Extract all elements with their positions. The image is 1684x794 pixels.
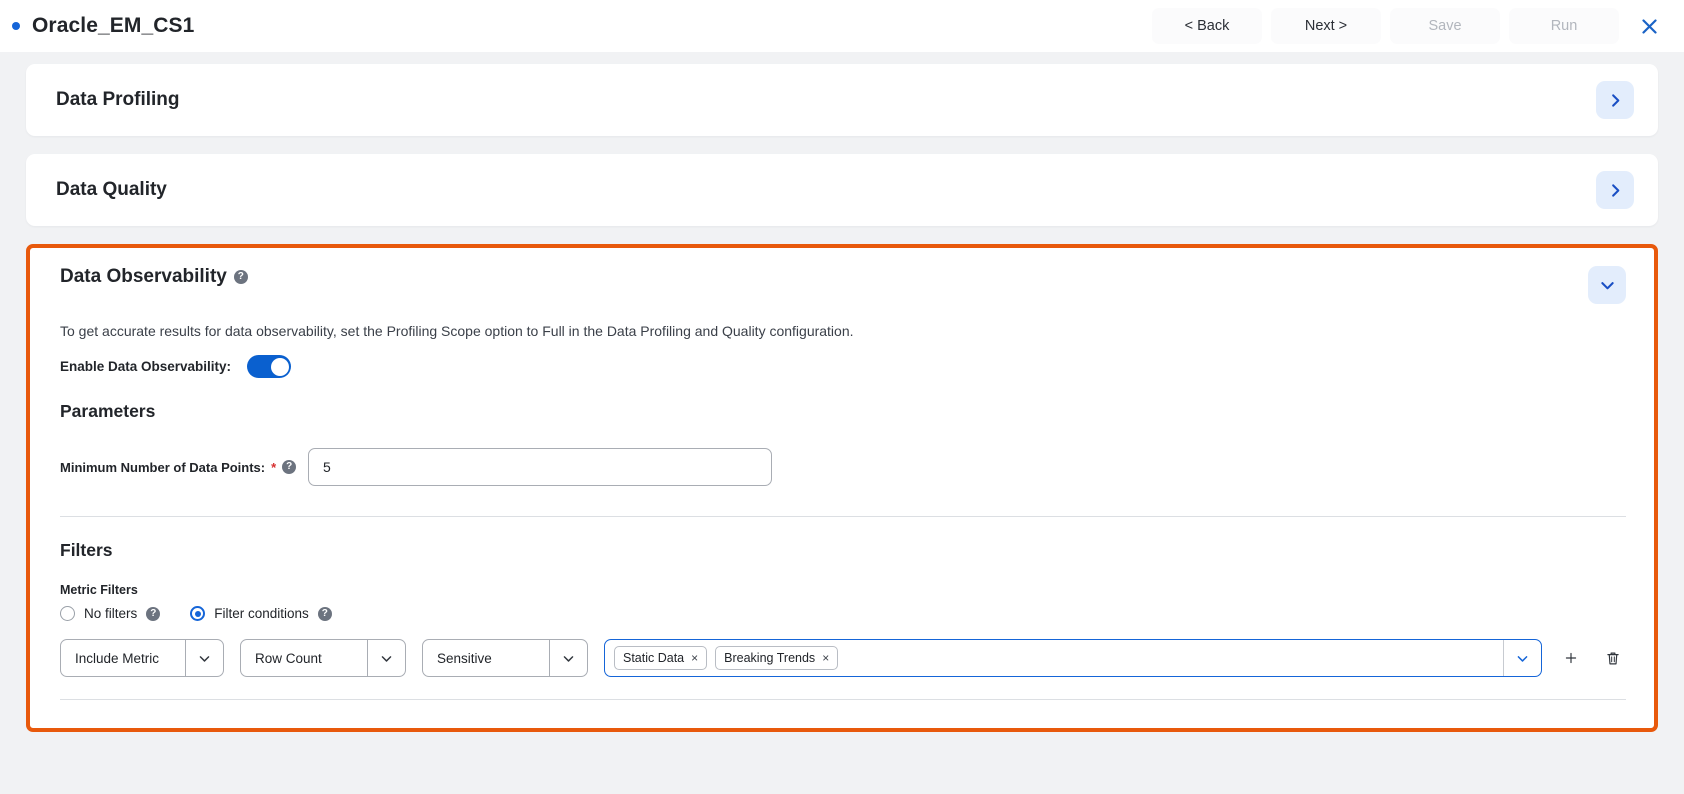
back-button[interactable]: < Back — [1152, 8, 1262, 44]
chevron-right-icon[interactable] — [1596, 81, 1634, 119]
page-title: Oracle_EM_CS1 — [32, 14, 195, 37]
help-icon[interactable]: ? — [233, 270, 248, 284]
section-title: Data Observability ? — [60, 266, 248, 288]
chip-breaking-trends[interactable]: Breaking Trends × — [715, 646, 839, 670]
top-bar: Oracle_EM_CS1 < Back Next > Save Run — [0, 0, 1684, 52]
sensitivity-value: Sensitive — [437, 650, 492, 666]
chevron-right-icon[interactable] — [1596, 171, 1634, 209]
chevron-down-icon[interactable] — [185, 640, 223, 676]
metric-filters-label: Metric Filters — [60, 583, 138, 597]
chip-label: Breaking Trends — [724, 651, 816, 665]
min-data-points-label: Minimum Number of Data Points: * ? — [60, 460, 308, 475]
next-button[interactable]: Next > — [1271, 8, 1381, 44]
top-bar-actions: < Back Next > Save Run — [1152, 6, 1684, 46]
chip-static-data[interactable]: Static Data × — [614, 646, 708, 670]
scroll-top-spacer — [26, 52, 1658, 64]
section-title: Data Quality — [56, 179, 167, 200]
trend-types-multiselect[interactable]: Static Data × Breaking Trends × — [604, 639, 1542, 677]
observability-description: To get accurate results for data observa… — [60, 323, 854, 339]
condition-row-divider — [60, 699, 1626, 700]
chevron-down-icon[interactable] — [1588, 266, 1626, 304]
title-group: Oracle_EM_CS1 — [0, 14, 194, 38]
radio-option-no-filters[interactable]: No filters ? — [60, 606, 161, 621]
radio-label: No filters — [84, 606, 138, 621]
status-dot-icon — [12, 22, 20, 30]
min-data-points-input[interactable] — [308, 448, 772, 486]
help-icon[interactable]: ? — [282, 460, 297, 474]
chip-label: Static Data — [623, 651, 685, 665]
parameters-divider — [60, 516, 1626, 517]
metric-filters-radio-group: No filters ? Filter conditions ? — [60, 606, 1626, 621]
section-title-text: Data Observability — [60, 266, 227, 287]
trash-icon[interactable] — [1600, 645, 1626, 671]
section-card-data-profiling[interactable]: Data Profiling — [26, 64, 1658, 136]
chevron-down-icon[interactable] — [367, 640, 405, 676]
required-asterisk: * — [271, 459, 277, 475]
radio-label: Filter conditions — [214, 606, 309, 621]
selected-chips: Static Data × Breaking Trends × — [605, 646, 1503, 670]
config-scroll-area[interactable]: Data Profiling Data Quality Data Observa… — [0, 52, 1684, 794]
chip-remove-icon[interactable]: × — [822, 651, 829, 665]
section-card-data-quality[interactable]: Data Quality — [26, 154, 1658, 226]
enable-observability-label: Enable Data Observability: — [60, 359, 232, 374]
enable-observability-toggle[interactable] — [247, 355, 292, 378]
chevron-down-icon[interactable] — [1503, 640, 1541, 676]
save-button[interactable]: Save — [1390, 8, 1500, 44]
observability-header: Data Observability ? — [60, 266, 1626, 304]
min-data-points-label-text: Minimum Number of Data Points: — [60, 459, 266, 475]
plus-icon[interactable] — [1558, 645, 1584, 671]
chevron-down-icon[interactable] — [549, 640, 587, 676]
min-data-points-row: Minimum Number of Data Points: * ? — [60, 448, 1626, 486]
help-icon[interactable]: ? — [317, 606, 332, 621]
enable-observability-row: Enable Data Observability: — [60, 355, 1626, 378]
radio-option-filter-conditions[interactable]: Filter conditions ? — [190, 606, 332, 621]
help-icon[interactable]: ? — [146, 606, 161, 621]
parameters-heading: Parameters — [60, 401, 156, 421]
run-button[interactable]: Run — [1509, 8, 1619, 44]
include-metric-value: Include Metric — [75, 650, 160, 666]
sensitivity-select[interactable]: Sensitive — [422, 639, 588, 677]
chip-remove-icon[interactable]: × — [691, 651, 698, 665]
filters-heading: Filters — [60, 540, 113, 560]
radio-filter-conditions[interactable] — [190, 606, 206, 621]
include-metric-select[interactable]: Include Metric — [60, 639, 224, 677]
filter-condition-row: Include Metric Row Count Sensitive Stati… — [60, 639, 1626, 677]
toggle-knob — [270, 357, 289, 376]
close-icon[interactable] — [1628, 6, 1670, 46]
metric-value: Row Count — [255, 650, 322, 666]
metric-select[interactable]: Row Count — [240, 639, 406, 677]
section-title: Data Profiling — [56, 89, 180, 110]
radio-no-filters[interactable] — [60, 606, 75, 621]
section-card-data-observability: Data Observability ? To get accurate res… — [26, 244, 1658, 732]
